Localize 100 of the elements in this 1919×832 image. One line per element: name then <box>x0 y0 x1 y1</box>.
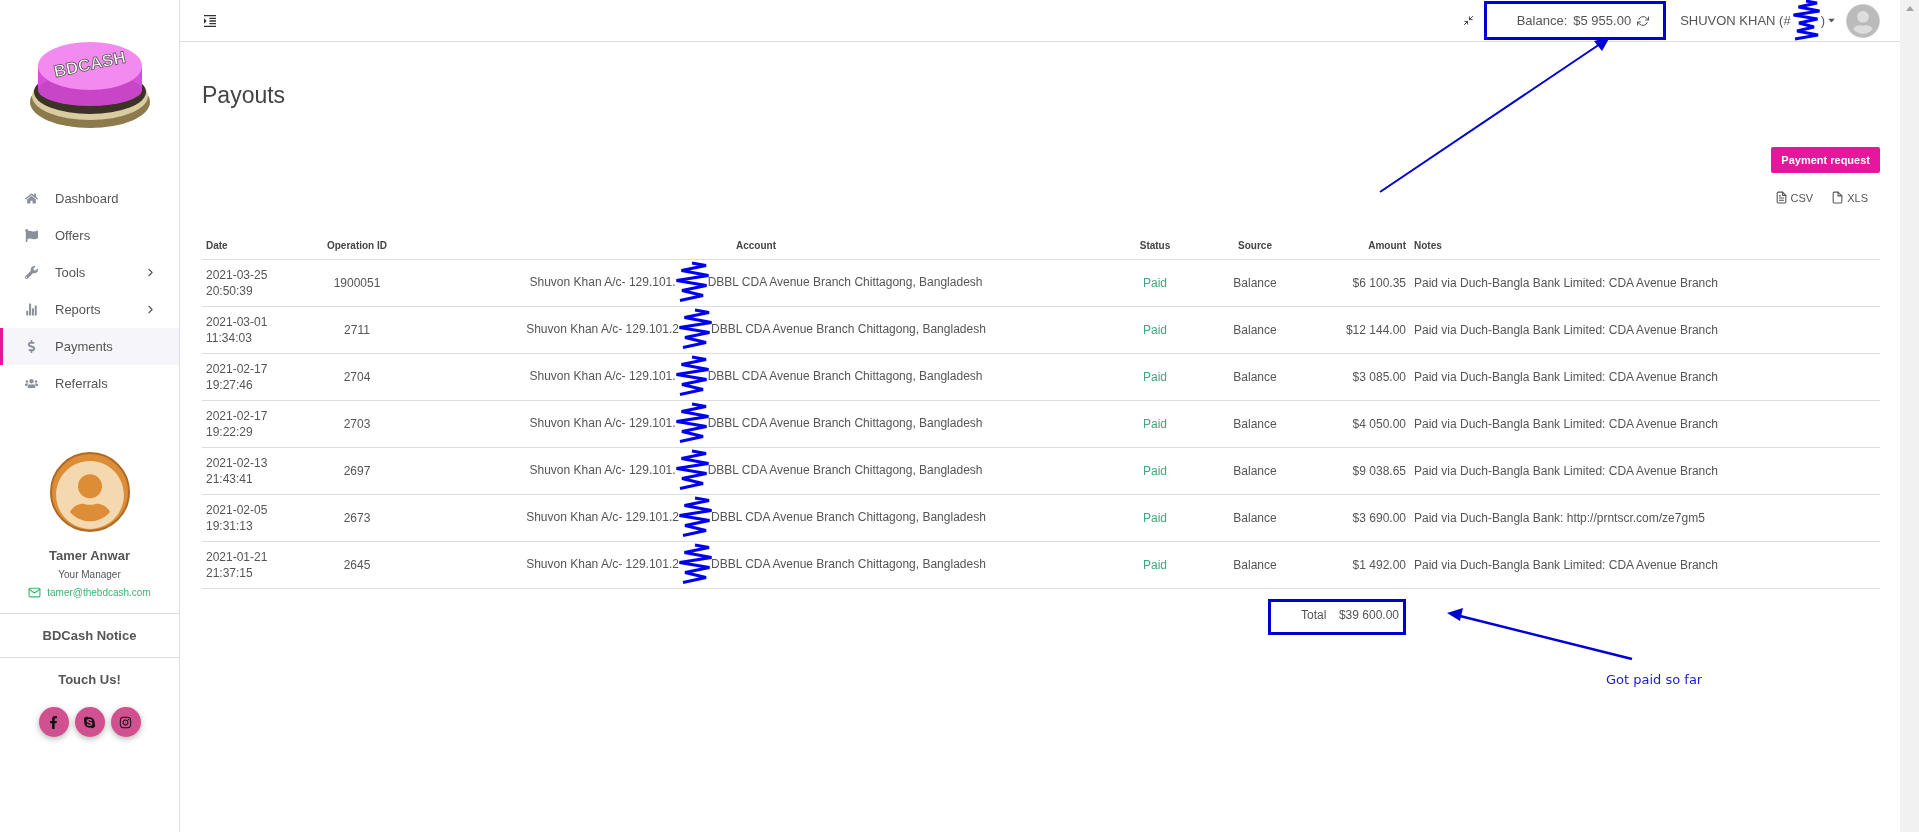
notes-cell: Paid via Duch-Bangla Bank: http://prntscr.com/ze7gm5 <box>1410 494 1880 542</box>
date-cell: 2021-02-17 19:27:46 <box>202 353 302 401</box>
notes-cell: Paid via Duch-Bangla Bank Limited: CDA Avenue Branch <box>1410 400 1880 448</box>
status-cell: Paid <box>1100 400 1210 448</box>
collapse-icon[interactable] <box>1462 15 1474 26</box>
scribble-drawing <box>675 263 708 303</box>
date-cell: 2021-02-13 21:43:41 <box>202 447 302 495</box>
total-label: Total <box>1301 608 1327 622</box>
column-header: Status <box>1100 232 1210 260</box>
source-cell: Balance <box>1210 494 1300 542</box>
source-cell: Balance <box>1210 306 1300 354</box>
column-header: Amount <box>1300 232 1410 260</box>
csv-export-link[interactable]: CSV <box>1774 191 1814 204</box>
wrench-icon <box>25 266 38 279</box>
notes-cell: Paid via Duch-Bangla Bank Limited: CDA Avenue Branch <box>1410 353 1880 401</box>
operation-id-cell: 2704 <box>302 353 412 401</box>
mail-icon <box>28 586 42 599</box>
operation-id-cell: 2697 <box>302 447 412 495</box>
account-cell: Shuvon Khan A/c- 129.101. DBBL CDA Avenue Branch Chittagong, Bangladesh <box>412 353 1100 401</box>
date-cell: 2021-02-05 19:31:13 <box>202 494 302 542</box>
account-cell: Shuvon Khan A/c- 129.101.2 DBBL CDA Avenue Branch Chittagong, Bangladesh <box>412 494 1100 542</box>
nav-item[interactable]: Tools <box>0 254 179 291</box>
instagram-icon <box>119 715 132 729</box>
source-cell: Balance <box>1210 447 1300 495</box>
bar-chart-icon <box>25 303 38 316</box>
manager-name: Tamer Anwar <box>49 548 130 563</box>
column-header: Source <box>1210 232 1300 260</box>
scribble-drawing <box>678 498 711 538</box>
nav-item[interactable]: Offers <box>0 217 179 254</box>
date-cell: 2021-02-17 19:22:29 <box>202 400 302 448</box>
users-icon <box>25 377 38 390</box>
operation-id-cell: 2645 <box>302 541 412 589</box>
status-cell: Paid <box>1100 541 1210 589</box>
column-header: Operation ID <box>302 232 412 260</box>
source-cell: Balance <box>1210 259 1300 307</box>
scribble-drawing <box>675 357 708 397</box>
document-icon <box>1774 191 1788 204</box>
nav-item[interactable]: Dashboard <box>0 180 179 217</box>
status-cell: Paid <box>1100 494 1210 542</box>
source-cell: Balance <box>1210 353 1300 401</box>
amount-cell: $6 100.35 <box>1300 259 1410 307</box>
user-name-end[interactable]: ) <box>1820 13 1825 28</box>
xls-export-link[interactable]: XLS <box>1831 191 1868 204</box>
nav-item[interactable]: Referrals <box>0 365 179 402</box>
page-title: Payouts <box>202 82 287 109</box>
facebook-icon <box>47 715 60 729</box>
operation-id-cell: 2673 <box>302 494 412 542</box>
manager-role: Your Manager <box>58 569 121 580</box>
scribble-drawing <box>675 404 708 444</box>
amount-cell: $1 492.00 <box>1300 541 1410 589</box>
skype-icon <box>83 715 96 729</box>
source-cell: Balance <box>1210 541 1300 589</box>
amount-cell: $3 085.00 <box>1300 353 1410 401</box>
notice-heading: BDCash Notice <box>0 613 179 657</box>
notes-cell: Paid via Duch-Bangla Bank Limited: CDA Avenue Branch <box>1410 306 1880 354</box>
menu-icon[interactable] <box>202 12 218 29</box>
scribble-drawing <box>678 545 711 585</box>
account-cell: Shuvon Khan A/c- 129.101. DBBL CDA Avenue Branch Chittagong, Bangladesh <box>412 259 1100 307</box>
status-cell: Paid <box>1100 259 1210 307</box>
source-cell: Balance <box>1210 400 1300 448</box>
scribble-drawing <box>678 310 711 350</box>
account-cell: Shuvon Khan A/c- 129.101.2 DBBL CDA Avenue Branch Chittagong, Bangladesh <box>412 541 1100 589</box>
account-cell: Shuvon Khan A/c- 129.101. DBBL CDA Avenue Branch Chittagong, Bangladesh <box>412 400 1100 448</box>
status-cell: Paid <box>1100 306 1210 354</box>
amount-cell: $9 038.65 <box>1300 447 1410 495</box>
balance-label: Balance: <box>1516 13 1568 28</box>
dollar-icon <box>25 340 38 353</box>
caret-icon[interactable] <box>1827 16 1836 25</box>
amount-cell: $3 690.00 <box>1300 494 1410 542</box>
user-name[interactable]: SHUVON KHAN (# <box>1680 13 1791 28</box>
balance-value: $5 955.00 <box>1573 13 1632 28</box>
scrollbar[interactable] <box>1900 0 1919 832</box>
amount-cell: $12 144.00 <box>1300 306 1410 354</box>
status-cell: Paid <box>1100 447 1210 495</box>
amount-cell: $4 050.00 <box>1300 400 1410 448</box>
nav-item[interactable]: Reports <box>0 291 179 328</box>
column-header: Date <box>202 232 302 260</box>
column-header: Notes <box>1410 232 1880 260</box>
refresh-icon[interactable] <box>1637 14 1650 27</box>
annotation-note: Got paid so far <box>1606 672 1703 687</box>
status-cell: Paid <box>1100 353 1210 401</box>
instagram-button[interactable] <box>110 707 141 737</box>
payment-request-button[interactable]: Payment request <box>1771 147 1880 173</box>
column-header: Account <box>412 232 1100 260</box>
scribble-drawing <box>675 451 708 491</box>
operation-id-cell: 1900051 <box>302 259 412 307</box>
facebook-button[interactable] <box>38 707 69 737</box>
flag-icon <box>25 229 38 242</box>
notes-cell: Paid via Duch-Bangla Bank Limited: CDA Avenue Branch <box>1410 447 1880 495</box>
file-icon <box>1831 191 1845 204</box>
notes-cell: Paid via Duch-Bangla Bank Limited: CDA Avenue Branch <box>1410 541 1880 589</box>
operation-id-cell: 2703 <box>302 400 412 448</box>
account-cell: Shuvon Khan A/c- 129.101. DBBL CDA Avenue Branch Chittagong, Bangladesh <box>412 447 1100 495</box>
notes-cell: Paid via Duch-Bangla Bank Limited: CDA Avenue Branch <box>1410 259 1880 307</box>
date-cell: 2021-03-25 20:50:39 <box>202 259 302 307</box>
nav-item[interactable]: Payments <box>0 328 179 365</box>
account-cell: Shuvon Khan A/c- 129.101.2 DBBL CDA Avenue Branch Chittagong, Bangladesh <box>412 306 1100 354</box>
logo: BDCASH <box>23 30 156 140</box>
skype-button[interactable] <box>74 707 105 737</box>
contact-heading: Touch Us! <box>0 657 179 701</box>
